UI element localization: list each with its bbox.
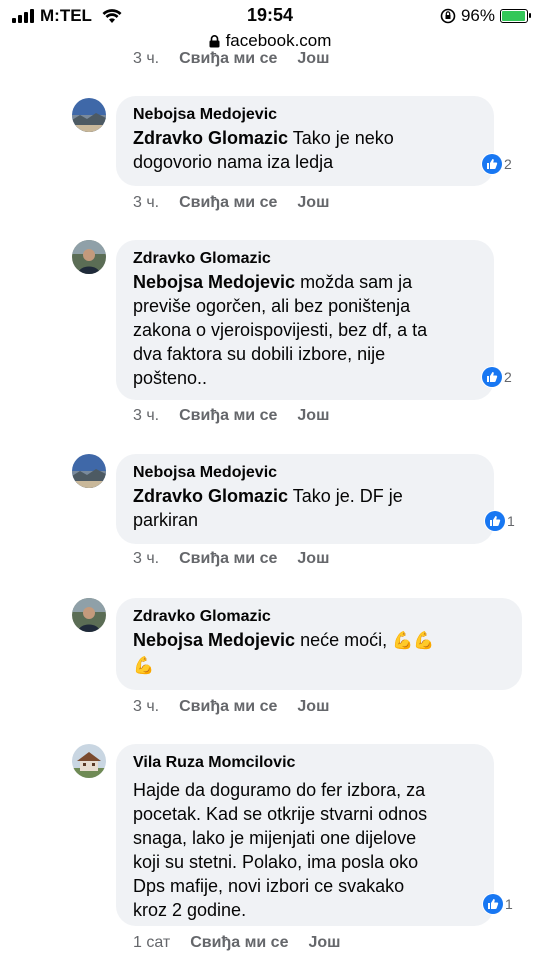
like-link[interactable]: Свиђа ми се xyxy=(190,934,288,952)
comment-text-line: Dps mafije, novi izbori ce svakako xyxy=(133,876,405,896)
reaction-count[interactable]: 1 xyxy=(484,510,518,532)
comment-text-fragment: možda sam ja xyxy=(295,272,413,292)
avatar[interactable] xyxy=(72,598,106,632)
comment-text: Zdravko Glomazic Tako je. DF je parkiran xyxy=(133,484,476,532)
comment-author[interactable]: Zdravko Glomazic xyxy=(133,248,476,270)
comment-time: 3 ч. xyxy=(133,407,160,424)
comment-actions: 1 сат Свиђа ми се Још xyxy=(133,934,341,952)
mention-link[interactable]: Nebojsa Medojevic xyxy=(133,630,295,650)
avatar[interactable] xyxy=(72,454,106,488)
like-link[interactable]: Свиђа ми се xyxy=(179,698,277,716)
comment-time: 3 ч. xyxy=(133,698,160,715)
comment-text-line: previše ogorčen, ali bez poništenja xyxy=(133,296,411,316)
status-right: 96% xyxy=(440,6,531,26)
comment-bubble: Nebojsa Medojevic Zdravko Glomazic Tako … xyxy=(116,454,494,544)
comment-actions-top: 3 ч. Свиђа ми се Још xyxy=(133,50,329,68)
like-reaction-icon xyxy=(482,367,502,387)
more-link[interactable]: Још xyxy=(308,934,340,952)
comment-text-line: Hajde da doguramo do fer izbora, za xyxy=(133,780,426,800)
comment-text-line: parkiran xyxy=(133,510,199,530)
comment-text-fragment: Tako je neko xyxy=(288,128,394,148)
comment-author[interactable]: Zdravko Glomazic xyxy=(133,606,504,628)
person-avatar-icon xyxy=(72,240,106,274)
more-link[interactable]: Још xyxy=(297,50,329,68)
comment-text-line: koji su stetni. Polako, ima posla oko xyxy=(133,852,419,872)
comment-bubble: Zdravko Glomazic Nebojsa Medojevic neće … xyxy=(116,598,522,690)
landscape-avatar-icon xyxy=(72,454,106,488)
reaction-number: 2 xyxy=(504,369,512,385)
comment-text-line: kroz 2 godine. xyxy=(133,900,247,920)
comment-actions: 3 ч. Свиђа ми се Још xyxy=(133,194,329,212)
comment-author[interactable]: Nebojsa Medojevic xyxy=(133,104,476,126)
like-reaction-icon xyxy=(483,894,503,914)
reaction-number: 1 xyxy=(505,896,513,912)
like-link[interactable]: Свиђа ми се xyxy=(179,550,277,568)
like-link[interactable]: Свиђа ми се xyxy=(179,50,277,68)
comment-text-line: dogovorio nama iza ledja xyxy=(133,152,334,172)
battery-percent: 96% xyxy=(460,6,495,25)
lock-icon xyxy=(209,34,220,47)
comment-author[interactable]: Vila Ruza Momcilovic xyxy=(133,752,476,774)
landscape-avatar-icon xyxy=(72,98,106,132)
more-link[interactable]: Још xyxy=(297,407,329,425)
rotation-lock-icon xyxy=(440,8,456,24)
comment-text-fragment: Tako je. DF je xyxy=(288,486,403,506)
flexed-biceps-emoji: 💪💪 xyxy=(392,631,435,650)
comment-text-line: snaga, lako je mijenjati one dijelove xyxy=(133,828,417,848)
reaction-number: 1 xyxy=(507,513,515,529)
like-reaction-icon xyxy=(482,154,502,174)
like-link[interactable]: Свиђа ми се xyxy=(179,194,277,212)
comment-time: 3 ч. xyxy=(133,50,160,67)
comment-time: 3 ч. xyxy=(133,550,160,567)
comment-text: Hajde da doguramo do fer izbora, za poce… xyxy=(133,778,476,922)
mention-link[interactable]: Zdravko Glomazic xyxy=(133,128,288,148)
reaction-count[interactable]: 2 xyxy=(481,366,515,388)
comment-text-fragment: neće moći, xyxy=(295,630,393,650)
comment-bubble: Vila Ruza Momcilovic Hajde da doguramo d… xyxy=(116,744,494,926)
comment-author[interactable]: Nebojsa Medojevic xyxy=(133,462,476,484)
like-reaction-icon xyxy=(485,511,505,531)
comment-text: Nebojsa Medojevic možda sam ja previše o… xyxy=(133,270,476,390)
comment-bubble: Nebojsa Medojevic Zdravko Glomazic Tako … xyxy=(116,96,494,186)
battery-icon xyxy=(500,9,531,23)
avatar[interactable] xyxy=(72,98,106,132)
more-link[interactable]: Још xyxy=(297,194,329,212)
comment-actions: 3 ч. Свиђа ми се Још xyxy=(133,550,329,568)
more-link[interactable]: Још xyxy=(297,550,329,568)
reaction-number: 2 xyxy=(504,156,512,172)
comment-time: 1 сат xyxy=(133,934,171,951)
reaction-count[interactable]: 1 xyxy=(482,893,516,915)
comment-actions: 3 ч. Свиђа ми се Још xyxy=(133,407,329,425)
comment-time: 3 ч. xyxy=(133,194,160,211)
like-link[interactable]: Свиђа ми се xyxy=(179,407,277,425)
house-avatar-icon xyxy=(72,744,106,778)
url-text: facebook.com xyxy=(225,31,332,50)
flexed-biceps-emoji: 💪 xyxy=(133,656,155,675)
comment-text: Nebojsa Medojevic neće moći, 💪💪 💪 xyxy=(133,628,504,678)
avatar[interactable] xyxy=(72,240,106,274)
comment-text: Zdravko Glomazic Tako je neko dogovorio … xyxy=(133,126,476,174)
person-avatar-icon xyxy=(72,598,106,632)
mention-link[interactable]: Zdravko Glomazic xyxy=(133,486,288,506)
reaction-count[interactable]: 2 xyxy=(481,153,515,175)
comment-bubble: Zdravko Glomazic Nebojsa Medojevic možda… xyxy=(116,240,494,400)
comment-text-line: zakona o vjeroispovijesti, bez df, a ta xyxy=(133,320,428,340)
comment-actions: 3 ч. Свиђа ми се Још xyxy=(133,698,329,716)
comment-text-line: dva faktora su dobili izbore, nije xyxy=(133,344,386,364)
comment-text-line: pocetak. Kad se otkrije stvarni odnos xyxy=(133,804,428,824)
comment-text-line: pošteno.. xyxy=(133,368,208,388)
mention-link[interactable]: Nebojsa Medojevic xyxy=(133,272,295,292)
avatar[interactable] xyxy=(72,744,106,778)
more-link[interactable]: Још xyxy=(297,698,329,716)
